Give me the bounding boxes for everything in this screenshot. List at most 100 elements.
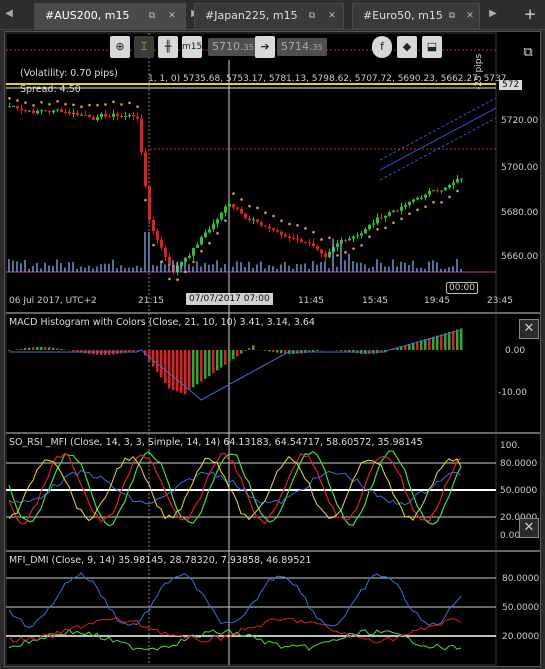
- psar-dot: [80, 105, 83, 109]
- candle: [28, 110, 31, 112]
- candle: [312, 243, 315, 247]
- macd-y-tick: -10.00: [498, 388, 528, 398]
- candle: [436, 190, 439, 192]
- period-label: 15: [190, 42, 203, 52]
- psar-dot: [128, 101, 131, 105]
- sell-price-fraction: 35: [243, 43, 254, 52]
- candle: [148, 186, 151, 220]
- buy-price-fraction: 35: [312, 43, 323, 52]
- period-icon[interactable]: m15: [182, 36, 202, 58]
- so-rsi-title: SO_RSI _MFI (Close, 14, 3, 3, Simple, 14…: [9, 437, 423, 448]
- psar-dot: [368, 235, 371, 239]
- x-tick: 15:45: [362, 296, 388, 306]
- macd-y-tick: 0.00: [505, 346, 526, 356]
- popout-chart-icon[interactable]: ⧉: [518, 43, 538, 63]
- mfi-dmi-title: MFI_DMI (Close, 9, 14) 35.98145, 28.7832…: [9, 555, 312, 566]
- candle: [272, 228, 275, 231]
- cursor-icon[interactable]: ⌶: [134, 36, 154, 58]
- psar-dot: [200, 249, 203, 253]
- buy-arrow-icon[interactable]: ➔: [255, 36, 275, 58]
- candle: [120, 115, 123, 117]
- candle: [72, 112, 75, 115]
- candle: [56, 109, 59, 111]
- zoom-in-icon[interactable]: ⊕: [110, 36, 130, 58]
- macd-bar: [248, 348, 251, 350]
- macd-bar: [316, 350, 319, 351]
- psar-dot: [48, 103, 51, 106]
- ohlc-readout: 1, 1, 0) 5735.68, 5753.17, 5781.13, 5798…: [148, 74, 507, 84]
- psar-dot: [72, 103, 75, 107]
- candle: [336, 243, 339, 248]
- candle: [296, 238, 299, 240]
- candle: [456, 178, 459, 183]
- candle: [164, 247, 167, 257]
- candle: [64, 112, 67, 114]
- psar-dot: [64, 102, 67, 106]
- macd-close-button[interactable]: ✕: [519, 319, 539, 339]
- candle: [428, 191, 431, 195]
- candle: [68, 112, 71, 115]
- psar-dot: [424, 205, 427, 208]
- candle: [52, 110, 55, 113]
- candle: [16, 105, 19, 109]
- candle: [248, 218, 251, 221]
- psar-dot: [392, 221, 395, 225]
- mfi-dmi-y-tick: 50.0000: [502, 603, 540, 613]
- psar-dot: [136, 105, 139, 108]
- mfi-dmi-blue-line: [8, 571, 462, 628]
- candle: [232, 204, 235, 208]
- macd-bar: [340, 350, 343, 351]
- facebook-icon[interactable]: f: [372, 36, 392, 58]
- time-tag: 00:00: [446, 282, 478, 294]
- macd-bar: [172, 350, 175, 390]
- psar-dot: [304, 227, 307, 230]
- candle: [256, 219, 259, 222]
- candle: [60, 109, 63, 113]
- candle: [192, 247, 195, 256]
- candle: [280, 231, 283, 235]
- candle: [340, 240, 343, 244]
- candle: [452, 182, 455, 185]
- psar-dot: [16, 99, 19, 102]
- tag-icon[interactable]: ◆: [397, 36, 417, 58]
- candle: [448, 184, 451, 188]
- pips-label: -25 pips: [474, 53, 484, 90]
- macd-bar: [48, 347, 51, 350]
- rsi-line: [8, 469, 462, 506]
- candle: [356, 235, 359, 237]
- macd-bar: [220, 350, 223, 368]
- psar-dot: [8, 97, 11, 100]
- candle: [320, 249, 323, 254]
- sell-price-value: 5710.: [212, 40, 244, 53]
- macd-bar: [264, 350, 267, 351]
- candle: [184, 257, 187, 262]
- drawing-icon[interactable]: ⬓: [422, 36, 442, 58]
- candle: [372, 223, 375, 225]
- macd-bar: [36, 347, 39, 350]
- psar-dot: [320, 238, 323, 241]
- macd-bar: [432, 336, 435, 350]
- candle: [104, 113, 107, 117]
- psar-dot: [232, 192, 235, 195]
- candle: [32, 110, 35, 114]
- buy-price[interactable]: 5714.35: [277, 38, 327, 56]
- candle: [92, 117, 95, 121]
- macd-bar: [28, 347, 31, 350]
- candle: [416, 197, 419, 200]
- psar-dot: [88, 103, 91, 107]
- sell-price[interactable]: 5710.35: [208, 38, 258, 56]
- candle: [268, 226, 271, 229]
- buy-price-value: 5714.: [281, 40, 313, 53]
- mfi-dmi-y-tick: 80.0000: [502, 574, 540, 584]
- macd-bar: [228, 350, 231, 362]
- candles-icon[interactable]: ╫: [158, 36, 178, 58]
- psar-dot: [176, 278, 179, 282]
- mfi-dmi-green-line: [8, 628, 462, 651]
- psar-dot: [144, 198, 147, 202]
- so-rsi-close-button[interactable]: ✕: [519, 518, 539, 538]
- psar-dot: [440, 201, 443, 204]
- candle: [24, 110, 27, 112]
- psar-dot: [208, 241, 211, 245]
- psar-dot: [280, 219, 283, 223]
- chart-canvas[interactable]: [0, 0, 545, 669]
